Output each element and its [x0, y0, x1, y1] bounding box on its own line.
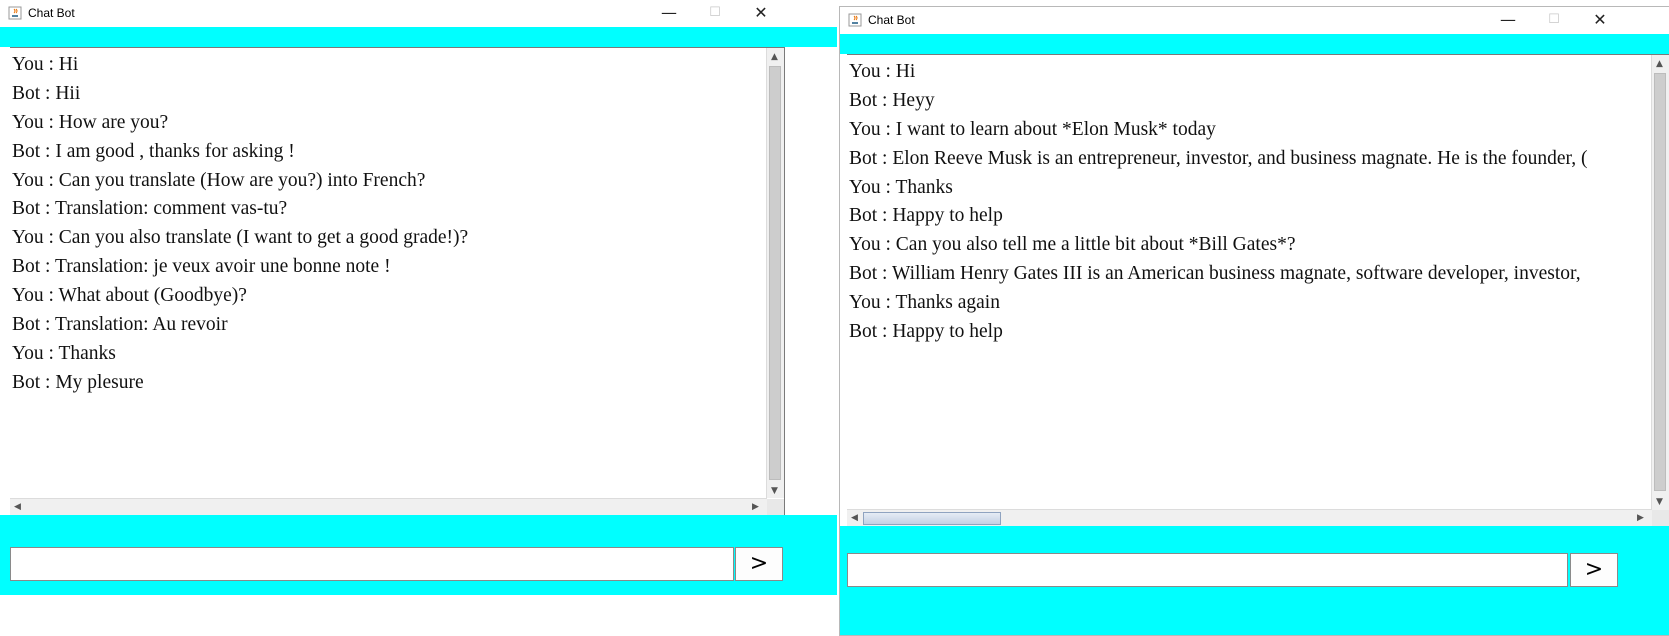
message: You : I want to learn about *Elon Musk* …: [849, 118, 1216, 140]
message-list: You : Hi Bot : Hii You : How are you? Bo…: [12, 51, 468, 398]
message: Bot : Hii: [12, 82, 81, 104]
vertical-scroll-thumb[interactable]: [769, 66, 781, 480]
maximize-icon[interactable]: ☐: [692, 0, 738, 26]
message: Bot : William Henry Gates III is an Amer…: [849, 263, 1581, 285]
close-icon[interactable]: ✕: [1577, 7, 1623, 33]
top-panel: [0, 27, 837, 47]
scrollbar-corner: [1652, 510, 1669, 527]
message: Bot : My plesure: [12, 371, 144, 393]
scroll-up-icon[interactable]: ▲: [771, 52, 778, 62]
message: You : Thanks again: [849, 292, 1000, 314]
scroll-left-icon[interactable]: ◀: [851, 513, 858, 523]
message-input[interactable]: [847, 553, 1568, 587]
java-app-icon: [8, 6, 22, 20]
close-icon[interactable]: ✕: [738, 0, 784, 26]
message: Bot : Translation: je veux avoir une bon…: [12, 256, 391, 278]
title-bar[interactable]: Chat Bot — ☐ ✕: [840, 7, 1669, 34]
scroll-up-icon[interactable]: ▲: [1656, 59, 1663, 69]
message: Bot : Translation: comment vas-tu?: [12, 198, 288, 220]
minimize-icon[interactable]: —: [1485, 7, 1531, 33]
horizontal-scrollbar[interactable]: ◀ ▶: [10, 498, 767, 516]
vertical-scroll-thumb[interactable]: [1654, 73, 1666, 491]
scroll-down-icon[interactable]: ▼: [1656, 497, 1663, 507]
message: Bot : I am good , thanks for asking !: [12, 140, 295, 162]
top-panel: [840, 34, 1669, 54]
message: You : Thanks: [12, 342, 116, 364]
chat-window-1: Chat Bot — ☐ ✕ You : Hi Bot : Hii You : …: [0, 0, 837, 634]
message: You : What about (Goodbye)?: [12, 285, 247, 307]
window-title: Chat Bot: [868, 13, 915, 27]
title-bar[interactable]: Chat Bot — ☐ ✕: [0, 0, 837, 27]
message-list: You : Hi Bot : Heyy You : I want to lear…: [849, 58, 1587, 347]
window-title: Chat Bot: [28, 6, 75, 20]
horizontal-scroll-thumb[interactable]: [863, 512, 1001, 525]
chat-area[interactable]: You : Hi Bot : Heyy You : I want to lear…: [847, 54, 1669, 528]
horizontal-scrollbar[interactable]: ◀ ▶: [847, 509, 1652, 527]
vertical-scrollbar[interactable]: ▲ ▼: [766, 48, 784, 498]
minimize-icon[interactable]: —: [646, 0, 692, 26]
message: Bot : Happy to help: [849, 321, 1003, 343]
maximize-icon[interactable]: ☐: [1531, 7, 1577, 33]
message-input[interactable]: [10, 547, 734, 581]
message: You : Hi: [849, 61, 916, 82]
message: Bot : Happy to help: [849, 205, 1003, 227]
scroll-right-icon[interactable]: ▶: [752, 502, 759, 512]
java-app-icon: [848, 13, 862, 27]
scroll-right-icon[interactable]: ▶: [1637, 513, 1644, 523]
vertical-scrollbar[interactable]: ▲ ▼: [1651, 55, 1669, 510]
chat-window-2: Chat Bot — ☐ ✕ You : Hi Bot : Heyy You :…: [839, 6, 1669, 636]
chat-area[interactable]: You : Hi Bot : Hii You : How are you? Bo…: [10, 47, 785, 517]
message: You : Hi: [12, 54, 79, 75]
send-button[interactable]: >: [1570, 553, 1618, 587]
message: You : Can you also tell me a little bit …: [849, 234, 1296, 256]
message: You : Thanks: [849, 176, 953, 198]
scroll-down-icon[interactable]: ▼: [771, 486, 778, 496]
send-button[interactable]: >: [735, 547, 783, 581]
message: Bot : Heyy: [849, 89, 935, 111]
scroll-left-icon[interactable]: ◀: [14, 502, 21, 512]
message: You : Can you also translate (I want to …: [12, 227, 469, 249]
message: You : Can you translate (How are you?) i…: [12, 169, 426, 191]
message: Bot : Translation: Au revoir: [12, 314, 228, 336]
message: Bot : Elon Reeve Musk is an entrepreneur…: [849, 147, 1588, 169]
scrollbar-corner: [767, 499, 784, 516]
message: You : How are you?: [12, 111, 169, 133]
